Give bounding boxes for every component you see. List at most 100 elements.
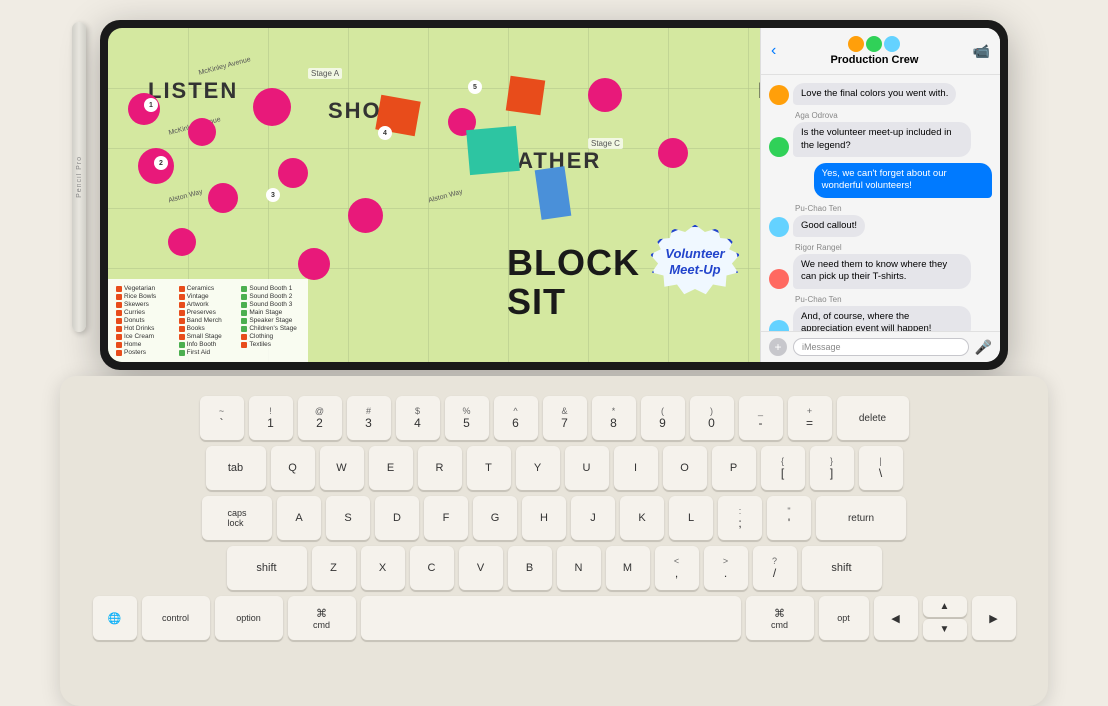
imessage-input[interactable]: iMessage <box>793 338 969 356</box>
key-x[interactable]: X <box>361 546 405 590</box>
key-tab[interactable]: tab <box>206 446 266 490</box>
key-quote[interactable]: "' <box>767 496 811 540</box>
map-circle-5 <box>253 88 291 126</box>
key-e[interactable]: E <box>369 446 413 490</box>
key-comma[interactable]: <, <box>655 546 699 590</box>
key-capslock[interactable]: capslock <box>202 496 272 540</box>
key-i[interactable]: I <box>614 446 658 490</box>
key-v[interactable]: V <box>459 546 503 590</box>
key-f[interactable]: F <box>424 496 468 540</box>
msg-sender: Aga Odrova <box>793 111 971 120</box>
key-l[interactable]: L <box>669 496 713 540</box>
key-t[interactable]: T <box>467 446 511 490</box>
key-equal[interactable]: += <box>788 396 832 440</box>
facetime-icon[interactable]: 📹 <box>973 43 990 60</box>
main-scene: McKinley Avenue McKinley Avenue Alston W… <box>0 0 1108 706</box>
key-y[interactable]: Y <box>516 446 560 490</box>
map-circle-12 <box>658 138 688 168</box>
msg-avatar <box>769 137 789 157</box>
block-site-text: BLOCKSIT <box>507 243 640 322</box>
add-attachment-button[interactable]: + <box>769 338 787 356</box>
key-slash[interactable]: ?/ <box>753 546 797 590</box>
key-shift-left[interactable]: shift <box>227 546 307 590</box>
key-g[interactable]: G <box>473 496 517 540</box>
map-legend: Vegetarian Ceramics Sound Booth 1 Rice B… <box>108 279 308 362</box>
key-p[interactable]: P <box>712 446 756 490</box>
key-cmd-left[interactable]: ⌘cmd <box>288 596 356 640</box>
msg-bubble-wrap: Pu-Chao Ten And, of course, where the ap… <box>793 295 971 331</box>
key-bracket-left[interactable]: {[ <box>761 446 805 490</box>
msg-avatar <box>769 269 789 289</box>
map-label-listen: LISTEN <box>148 78 238 104</box>
key-h[interactable]: H <box>522 496 566 540</box>
key-control[interactable]: control <box>142 596 210 640</box>
messages-list: Love the final colors you went with. Aga… <box>761 75 1000 331</box>
map-content: McKinley Avenue McKinley Avenue Alston W… <box>108 28 760 362</box>
ipad-screen: McKinley Avenue McKinley Avenue Alston W… <box>108 28 1000 362</box>
key-5[interactable]: %5 <box>445 396 489 440</box>
key-j[interactable]: J <box>571 496 615 540</box>
key-return[interactable]: return <box>816 496 906 540</box>
map-circle-9 <box>298 248 330 280</box>
key-arrow-down[interactable]: ▼ <box>923 619 967 640</box>
key-semicolon[interactable]: :; <box>718 496 762 540</box>
key-6[interactable]: ^6 <box>494 396 538 440</box>
key-period[interactable]: >. <box>704 546 748 590</box>
key-n[interactable]: N <box>557 546 601 590</box>
key-3[interactable]: #3 <box>347 396 391 440</box>
msg-bubble-wrap: Rigor Rangel We need them to know where … <box>793 243 971 289</box>
key-opt-right[interactable]: opt <box>819 596 869 640</box>
key-a[interactable]: A <box>277 496 321 540</box>
key-arrow-left[interactable]: ◀ <box>874 596 918 640</box>
key-z[interactable]: Z <box>312 546 356 590</box>
keyboard-assembly: ~` !1 @2 #3 $4 %5 ^6 &7 *8 (9 )0 _- += d… <box>60 376 1048 706</box>
badge-3: 3 <box>266 188 280 202</box>
key-backslash[interactable]: |\ <box>859 446 903 490</box>
messages-panel: ‹ Production Crew 📹 <box>760 28 1000 362</box>
key-k[interactable]: K <box>620 496 664 540</box>
msg-sender: Pu-Chao Ten <box>793 295 971 304</box>
key-o[interactable]: O <box>663 446 707 490</box>
key-7[interactable]: &7 <box>543 396 587 440</box>
key-arrow-up[interactable]: ▲ <box>923 596 967 617</box>
key-c[interactable]: C <box>410 546 454 590</box>
key-s[interactable]: S <box>326 496 370 540</box>
key-u[interactable]: U <box>565 446 609 490</box>
key-w[interactable]: W <box>320 446 364 490</box>
key-b[interactable]: B <box>508 546 552 590</box>
key-2[interactable]: @2 <box>298 396 342 440</box>
msg-avatar <box>769 320 789 331</box>
key-q[interactable]: Q <box>271 446 315 490</box>
keyboard-row-qwerty: tab Q W E R T Y U I O P {[ }] |\ <box>80 446 1028 490</box>
msg-bubble-wrap: Pu-Chao Ten Good callout! <box>793 204 865 237</box>
key-r[interactable]: R <box>418 446 462 490</box>
key-9[interactable]: (9 <box>641 396 685 440</box>
msg-bubble-received: Good callout! <box>793 215 865 237</box>
key-tilde-grave[interactable]: ~` <box>200 396 244 440</box>
key-4[interactable]: $4 <box>396 396 440 440</box>
key-d[interactable]: D <box>375 496 419 540</box>
key-minus[interactable]: _- <box>739 396 783 440</box>
msg-bubble-received: Is the volunteer meet-up included in the… <box>793 122 971 157</box>
key-m[interactable]: M <box>606 546 650 590</box>
badge-4: 4 <box>378 126 392 140</box>
message-row: Pu-Chao Ten Good callout! <box>769 204 992 237</box>
key-8[interactable]: *8 <box>592 396 636 440</box>
key-1[interactable]: !1 <box>249 396 293 440</box>
back-arrow-button[interactable]: ‹ <box>771 42 776 60</box>
group-name: Production Crew <box>782 54 966 66</box>
mic-button[interactable]: 🎤 <box>975 339 992 356</box>
map-circle-7 <box>348 198 383 233</box>
key-arrow-right[interactable]: ▶ <box>972 596 1016 640</box>
key-option-left[interactable]: option <box>215 596 283 640</box>
key-globe[interactable]: 🌐 <box>93 596 137 640</box>
key-shift-right[interactable]: shift <box>802 546 882 590</box>
key-0[interactable]: )0 <box>690 396 734 440</box>
key-cmd-right[interactable]: ⌘cmd <box>746 596 814 640</box>
key-space[interactable] <box>361 596 741 640</box>
map-circle-4 <box>208 183 238 213</box>
key-bracket-right[interactable]: }] <box>810 446 854 490</box>
msg-sender: Pu-Chao Ten <box>793 204 865 213</box>
key-delete[interactable]: delete <box>837 396 909 440</box>
avatar-3 <box>884 36 900 52</box>
